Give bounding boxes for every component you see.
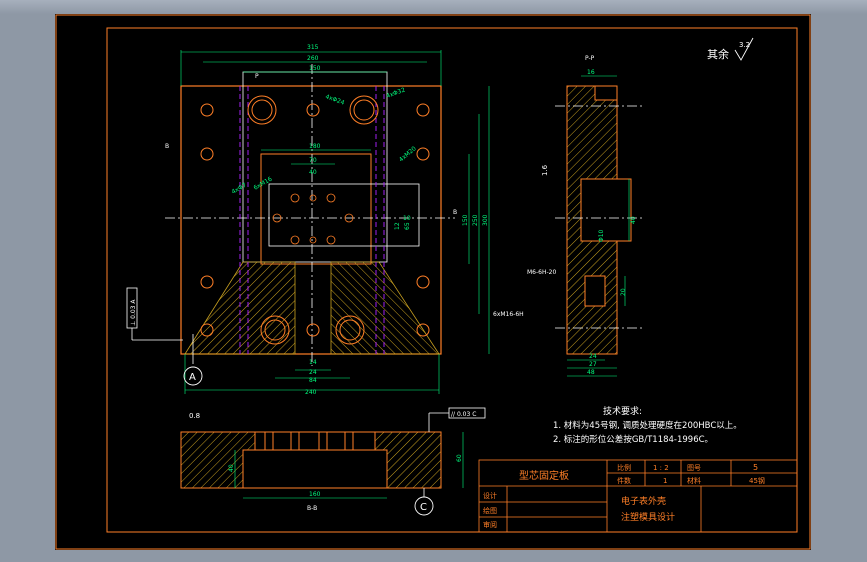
dim-14: 14 (309, 359, 317, 366)
tb-review-label: 审阅 (483, 520, 497, 529)
dim-4x7: 4xΦ7 (231, 182, 248, 196)
dim-side-40: 40 (630, 216, 637, 224)
dim-84: 84 (309, 377, 317, 384)
tol-left-text: ⊥ 0.03 A (130, 299, 137, 326)
dim-side-m6: M6-6H-20 (527, 269, 556, 276)
label-p: P (255, 73, 259, 80)
tol-bottom-text: // 0.03 C (451, 411, 476, 418)
dim-sec-40: 40 (228, 464, 235, 472)
side-roughness: 1.6 (541, 164, 549, 176)
dim-side-m16: 6xM16-6H (493, 311, 524, 318)
dim-r150: 150 (462, 214, 469, 226)
rest-roughness-label: 其余 (707, 47, 729, 61)
cad-viewport[interactable]: 其余 3.2 1.6 0.8 P B P-P B-B A C ⊥ 0.03 A … (0, 0, 867, 562)
dim-4x32: 4xΦ32 (385, 86, 406, 99)
dim-12: 12 (394, 222, 401, 230)
bottom-roughness: 0.8 (189, 412, 200, 420)
notes-item1: 1. 材料为45号钢, 调质处理硬度在200HBC以上。 (553, 420, 742, 431)
tb-qty-label: 件数 (617, 476, 631, 485)
dim-side-27: 27 (589, 361, 597, 368)
text-overlay: 其余 3.2 1.6 0.8 P B P-P B-B A C ⊥ 0.03 A … (130, 37, 765, 529)
drawing-canvas[interactable]: 其余 3.2 1.6 0.8 P B P-P B-B A C ⊥ 0.03 A … (55, 14, 811, 550)
dim-65: 65 (404, 222, 411, 230)
dim-4x24: 4xΦ24 (324, 93, 345, 106)
tb-part-name: 型芯固定板 (519, 469, 569, 482)
tb-material-value: 45钢 (749, 476, 765, 485)
tb-material-label: 材料 (687, 476, 701, 485)
notes-item2: 2. 标注的形位公差按GB/T1184-1996C。 (553, 434, 713, 445)
dim-4xm20: 4xM20 (398, 145, 418, 163)
tb-drawing-no-label: 图号 (687, 464, 701, 472)
tb-scale-value: 1 : 2 (653, 464, 669, 472)
tb-project-line1: 电子表外壳 (621, 495, 666, 507)
dim-side-48: 48 (587, 369, 595, 376)
dim-70: 70 (309, 157, 317, 164)
dim-r250: 250 (472, 214, 479, 226)
dim-260: 260 (307, 55, 319, 62)
dim-side-16: 16 (587, 69, 595, 76)
dim-side-phi10: Φ10 (598, 229, 605, 242)
dim-r300: 300 (482, 214, 489, 226)
label-pp: P-P (585, 55, 595, 62)
label-b: B (165, 143, 169, 150)
dim-150: 150 (309, 65, 321, 72)
tb-design-label: 设计 (483, 491, 497, 500)
datum-a-text: A (189, 372, 196, 383)
dim-6xm16: 6xM16 (253, 175, 274, 191)
dim-sec-160: 160 (309, 491, 321, 498)
dim-24: 24 (309, 369, 317, 376)
notes-heading: 技术要求: (603, 405, 642, 417)
dim-315: 315 (307, 44, 319, 51)
dim-10: 10 (403, 215, 411, 222)
window-strip (0, 0, 867, 14)
dim-sec-60: 60 (456, 454, 463, 462)
dim-180: 180 (309, 143, 321, 150)
tb-drawn-label: 绘图 (483, 506, 497, 515)
dim-side-24: 24 (589, 353, 597, 360)
datum-c-text: C (420, 502, 427, 513)
rest-roughness-value: 3.2 (739, 41, 750, 49)
tb-qty-value: 1 (663, 477, 667, 485)
dim-side-20: 20 (620, 288, 627, 296)
dim-240: 240 (305, 389, 317, 396)
tb-project-line2: 注塑模具设计 (621, 511, 675, 523)
label-bb: B-B (307, 505, 317, 512)
tb-drawing-no-value: 5 (753, 463, 758, 472)
dim-40: 40 (309, 169, 317, 176)
tb-scale-label: 比例 (617, 463, 631, 472)
dim-rB: B (453, 209, 457, 216)
